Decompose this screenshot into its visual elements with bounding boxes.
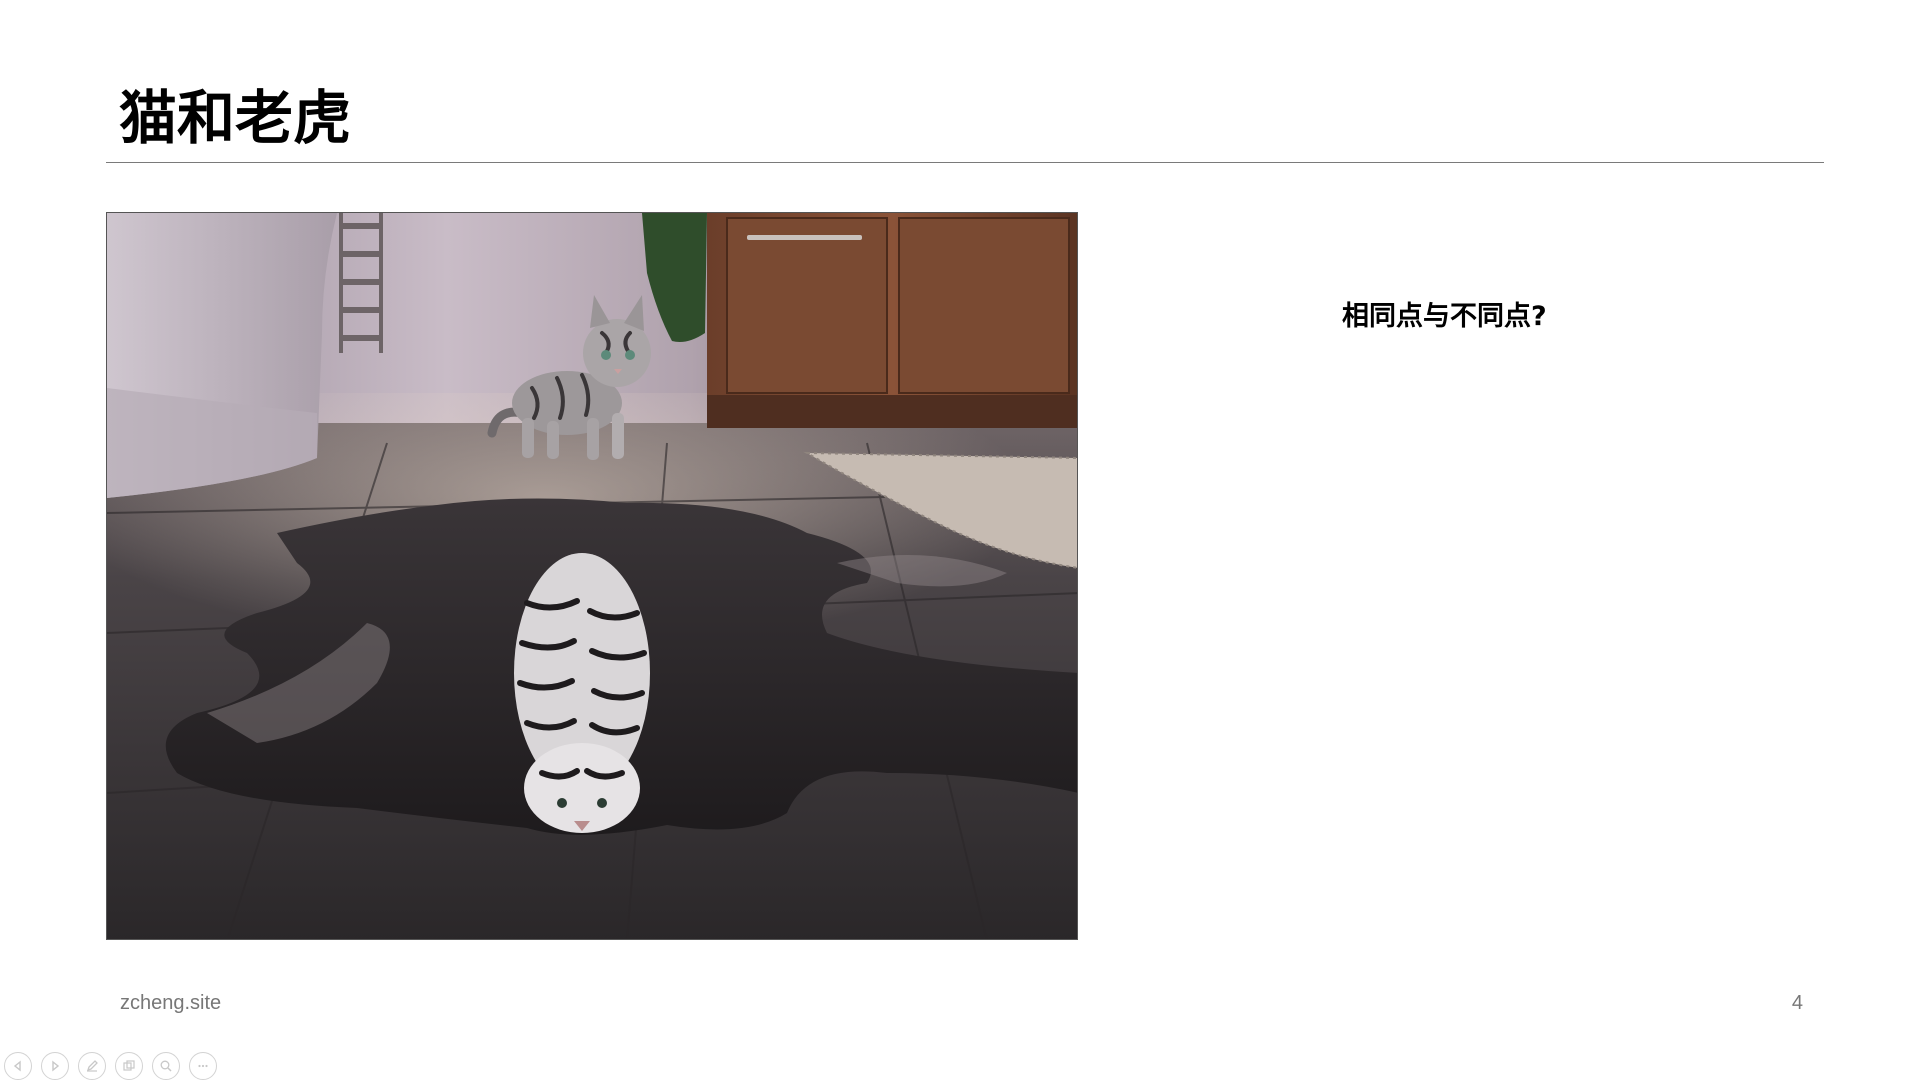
slides-icon (123, 1060, 135, 1071)
presentation-toolbar (4, 1052, 217, 1080)
more-options-button[interactable] (189, 1052, 217, 1080)
page-number: 4 (1791, 992, 1803, 1014)
title-divider (106, 162, 1824, 163)
cat-tiger-reflection-photo (106, 212, 1078, 940)
see-all-slides-button[interactable] (115, 1052, 143, 1080)
question-text: 相同点与不同点? (1342, 301, 1547, 332)
pen-tool-button[interactable] (78, 1052, 106, 1080)
pen-icon (86, 1060, 98, 1072)
slide-title: 猫和老虎 (119, 84, 352, 152)
footer-site-label: zcheng.site (120, 992, 222, 1014)
zoom-icon (160, 1060, 172, 1072)
zoom-button[interactable] (152, 1052, 180, 1080)
slide: 猫和老虎 相同点与不同点? zcheng.site 4 (0, 0, 1920, 1080)
next-icon (52, 1060, 60, 1072)
previous-slide-button[interactable] (4, 1052, 32, 1080)
previous-icon (13, 1060, 21, 1072)
next-slide-button[interactable] (41, 1052, 69, 1080)
more-icon (198, 1064, 208, 1068)
